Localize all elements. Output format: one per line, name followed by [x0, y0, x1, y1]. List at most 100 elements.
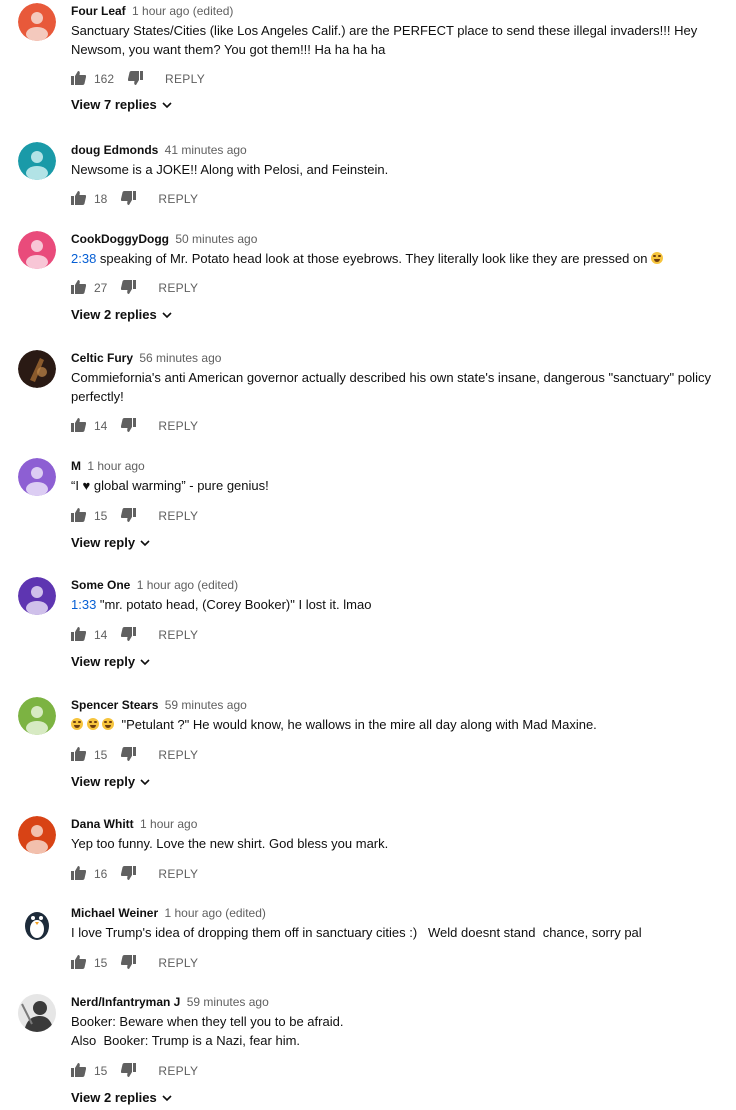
- reply-button[interactable]: REPLY: [158, 748, 198, 762]
- dislike-icon[interactable]: [121, 954, 137, 972]
- view-replies-label: View 2 replies: [71, 1090, 157, 1105]
- dislike-icon[interactable]: [121, 626, 137, 644]
- timestamp-link[interactable]: 2:38: [71, 251, 96, 266]
- comment-time[interactable]: 59 minutes ago: [165, 698, 247, 712]
- dislike-icon[interactable]: [121, 190, 137, 208]
- like-count: 14: [94, 628, 108, 642]
- avatar[interactable]: [18, 142, 56, 180]
- like-icon[interactable]: [71, 190, 87, 208]
- like-icon[interactable]: [71, 865, 87, 883]
- avatar[interactable]: [18, 3, 56, 41]
- like-icon[interactable]: [71, 279, 87, 297]
- reply-button[interactable]: REPLY: [158, 1064, 198, 1078]
- comment-time[interactable]: 50 minutes ago: [175, 232, 257, 246]
- reply-button[interactable]: REPLY: [158, 419, 198, 433]
- view-replies-button[interactable]: View reply: [71, 774, 151, 789]
- author-name[interactable]: doug Edmonds: [71, 143, 158, 157]
- like-icon[interactable]: [71, 954, 87, 972]
- view-replies-button[interactable]: View reply: [71, 654, 151, 669]
- comment-text-line: Booker: Beware when they tell you to be …: [71, 1014, 344, 1029]
- dislike-icon[interactable]: [121, 746, 137, 764]
- author-name[interactable]: M: [71, 459, 81, 473]
- comment-time[interactable]: 1 hour ago: [140, 817, 197, 831]
- author-name[interactable]: Nerd/Infantryman J: [71, 995, 180, 1009]
- comment-actions: 15 REPLY: [71, 506, 198, 526]
- like-icon[interactable]: [71, 746, 87, 764]
- avatar[interactable]: [18, 697, 56, 735]
- comment-time[interactable]: 59 minutes ago: [187, 995, 269, 1009]
- view-replies-label: View 2 replies: [71, 307, 157, 322]
- comment-time[interactable]: 1 hour ago (edited): [137, 578, 238, 592]
- comment-time[interactable]: 1 hour ago: [87, 459, 144, 473]
- comment-time[interactable]: 1 hour ago (edited): [164, 906, 265, 920]
- comment-text-content: "mr. potato head, (Corey Booker)" I lost…: [96, 597, 372, 612]
- avatar[interactable]: [18, 994, 56, 1032]
- comment-text: 1:33 "mr. potato head, (Corey Booker)" I…: [71, 595, 711, 614]
- reply-button[interactable]: REPLY: [158, 867, 198, 881]
- author-name[interactable]: Some One: [71, 578, 130, 592]
- like-icon[interactable]: [71, 626, 87, 644]
- comment-text: "Petulant ?" He would know, he wallows i…: [71, 715, 711, 734]
- avatar[interactable]: [18, 577, 56, 615]
- dislike-icon[interactable]: [121, 865, 137, 883]
- laughing-emoji-icon: [102, 718, 115, 730]
- comment-header: CookDoggyDogg 50 minutes ago: [71, 231, 257, 247]
- like-icon[interactable]: [71, 507, 87, 525]
- timestamp-link[interactable]: 1:33: [71, 597, 96, 612]
- comment-header: Spencer Stears 59 minutes ago: [71, 697, 247, 713]
- reply-button[interactable]: REPLY: [158, 628, 198, 642]
- reply-button[interactable]: REPLY: [158, 509, 198, 523]
- author-name[interactable]: CookDoggyDogg: [71, 232, 169, 246]
- comment-time[interactable]: 56 minutes ago: [139, 351, 221, 365]
- comment-actions: 16 REPLY: [71, 864, 198, 884]
- view-replies-label: View reply: [71, 654, 136, 669]
- reply-button[interactable]: REPLY: [158, 192, 198, 206]
- dislike-icon[interactable]: [121, 1062, 137, 1080]
- reply-button[interactable]: REPLY: [165, 72, 205, 86]
- view-replies-button[interactable]: View reply: [71, 535, 151, 550]
- avatar[interactable]: [18, 458, 56, 496]
- avatar[interactable]: [18, 350, 56, 388]
- comment-actions: 14 REPLY: [71, 625, 198, 645]
- reply-button[interactable]: REPLY: [158, 281, 198, 295]
- like-icon[interactable]: [71, 70, 87, 88]
- comment-actions: 15 REPLY: [71, 1061, 198, 1081]
- reply-button[interactable]: REPLY: [158, 956, 198, 970]
- view-replies-button[interactable]: View 2 replies: [71, 1090, 173, 1105]
- chevron-down-icon: [162, 311, 172, 318]
- dislike-icon[interactable]: [121, 507, 137, 525]
- avatar[interactable]: [18, 816, 56, 854]
- comment-text-line: Also Booker: Trump is a Nazi, fear him.: [71, 1033, 301, 1048]
- comment-time[interactable]: 1 hour ago (edited): [132, 4, 233, 18]
- comment-actions: 14 REPLY: [71, 416, 198, 436]
- chevron-down-icon: [162, 1094, 172, 1101]
- avatar[interactable]: [18, 231, 56, 269]
- author-name[interactable]: Michael Weiner: [71, 906, 158, 920]
- comment-header: Dana Whitt 1 hour ago: [71, 816, 197, 832]
- like-icon[interactable]: [71, 417, 87, 435]
- like-icon[interactable]: [71, 1062, 87, 1080]
- comment-actions: 27 REPLY: [71, 278, 198, 298]
- avatar[interactable]: [18, 905, 56, 943]
- view-replies-button[interactable]: View 7 replies: [71, 97, 173, 112]
- dislike-icon[interactable]: [121, 417, 137, 435]
- chevron-down-icon: [162, 101, 172, 108]
- dislike-icon[interactable]: [127, 70, 144, 88]
- view-replies-button[interactable]: View 2 replies: [71, 307, 173, 322]
- comment-actions: 18 REPLY: [71, 189, 198, 209]
- view-replies-label: View 7 replies: [71, 97, 157, 112]
- dislike-icon[interactable]: [121, 279, 137, 297]
- laughing-emoji-icon: [86, 718, 99, 730]
- comment-actions: 15 REPLY: [71, 953, 198, 973]
- like-count: 162: [94, 72, 115, 86]
- author-name[interactable]: Celtic Fury: [71, 351, 133, 365]
- author-name[interactable]: Four Leaf: [71, 4, 126, 18]
- like-count: 16: [94, 867, 108, 881]
- comment-time[interactable]: 41 minutes ago: [165, 143, 247, 157]
- view-replies-label: View reply: [71, 535, 136, 550]
- author-name[interactable]: Spencer Stears: [71, 698, 158, 712]
- like-count: 15: [94, 956, 108, 970]
- comment-text-content: speaking of Mr. Potato head look at thos…: [96, 251, 648, 266]
- author-name[interactable]: Dana Whitt: [71, 817, 134, 831]
- comment-header: Some One 1 hour ago (edited): [71, 577, 238, 593]
